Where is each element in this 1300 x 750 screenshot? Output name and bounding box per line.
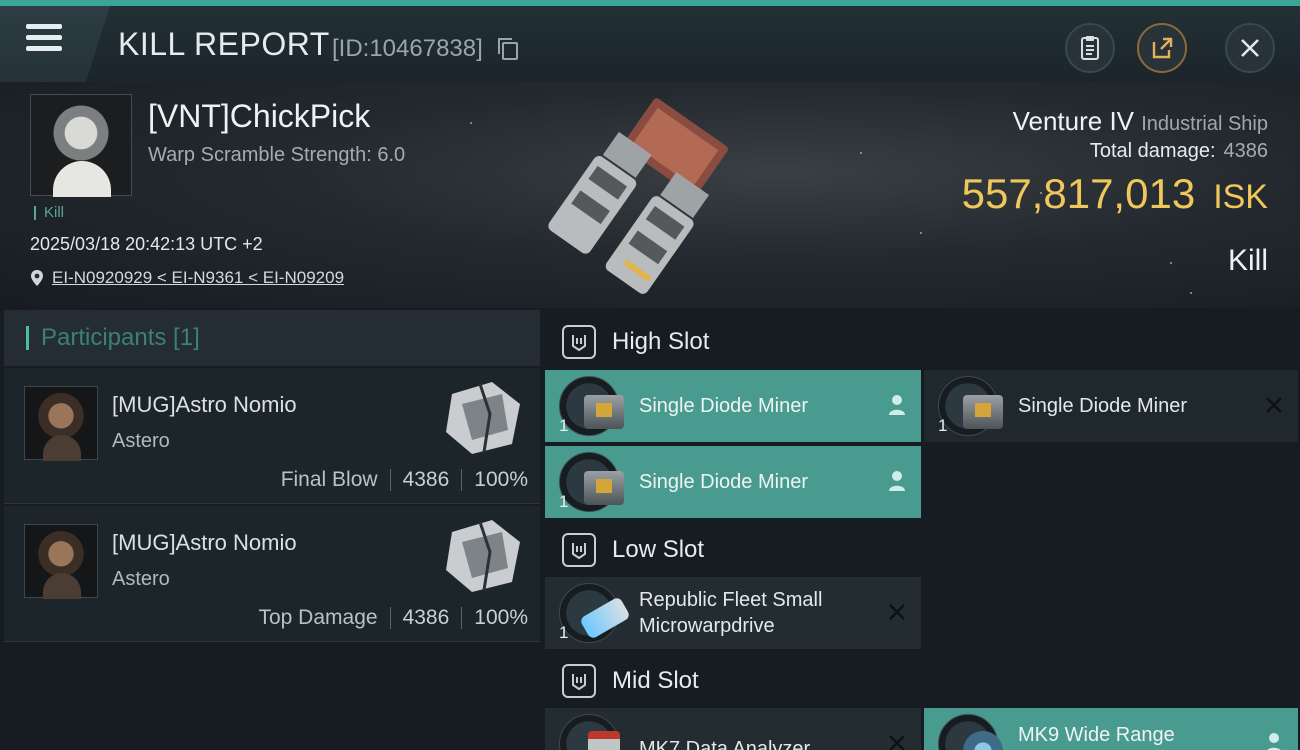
victim-pilot-name[interactable]: [VNT]ChickPick [148, 98, 370, 135]
module-item[interactable]: 1 Single Diode Miner [924, 370, 1298, 442]
participant-label: Final Blow [280, 468, 378, 491]
victim-header: [VNT]ChickPick Warp Scramble Strength: 6… [0, 82, 1300, 308]
destroyed-x-icon [1266, 397, 1282, 413]
ship-class: Industrial Ship [1141, 113, 1268, 135]
high-slot-label: High Slot [612, 328, 710, 355]
share-icon [1152, 37, 1173, 59]
location-pin-icon [31, 270, 43, 286]
module-item[interactable]: 1 Single Diode Miner [545, 370, 921, 442]
mid-slot-label: Mid Slot [612, 667, 699, 694]
location-link[interactable]: EI-N0920929 < EI-N9361 < EI-N09209 [30, 268, 344, 288]
high-slot-icon [562, 325, 596, 359]
low-slot-label: Low Slot [612, 536, 705, 563]
low-slot-icon [562, 533, 596, 567]
module-item[interactable]: MK7 Data Analyzer [545, 708, 921, 750]
module-name: Single Diode Miner [639, 471, 808, 493]
participant-percent: 100% [474, 468, 528, 491]
kill-result: Kill [1227, 244, 1268, 277]
high-slot-header: High Slot [544, 312, 1300, 372]
divider [461, 607, 463, 629]
module-quantity: 1 [559, 416, 569, 435]
share-button[interactable] [1137, 23, 1187, 73]
participant-damage: 4386 [402, 606, 450, 629]
isk-unit: ISK [1213, 178, 1268, 216]
close-icon [1241, 39, 1259, 57]
destroyed-x-icon [889, 735, 905, 750]
clipboard-button[interactable] [1065, 23, 1115, 73]
person-icon [889, 471, 905, 491]
victim-ship-name[interactable]: Venture IV Industrial Ship [1013, 106, 1268, 137]
module-quantity: 1 [559, 492, 569, 511]
page-title: KILL REPORT [118, 26, 330, 62]
destroyed-x-icon [889, 604, 905, 620]
copy-icon[interactable] [498, 38, 518, 60]
participant-ship: Astero [112, 430, 170, 452]
mid-slot-icon [562, 664, 596, 698]
participant-stats: Top Damage 4386 100% [258, 606, 528, 630]
clipboard-icon [1081, 36, 1099, 60]
module-name: MK7 Data Analyzer [639, 738, 811, 750]
low-slot-header: Low Slot [544, 520, 1300, 580]
module-item[interactable]: 1 Republic Fleet Small Microwarpdrive [545, 577, 921, 649]
isk-value: 557,817,013 ISK [962, 170, 1268, 218]
module-item[interactable]: MK9 Wide Range [924, 708, 1298, 750]
participant-stats: Final Blow 4386 100% [281, 468, 528, 492]
module-name: Republic Fleet Small Microwarpdrive [639, 589, 823, 637]
menu-icon[interactable] [26, 24, 62, 56]
participant-name: [MUG]Astro Nomio [112, 530, 297, 555]
kill-tag: Kill [34, 205, 64, 220]
participants-header: Participants [1] [4, 310, 540, 366]
report-id: [ID:10467838] [332, 35, 483, 62]
data-analyzer-icon [559, 714, 620, 750]
close-button[interactable] [1225, 23, 1275, 73]
total-damage-value: 4386 [1223, 140, 1269, 162]
warp-scramble-strength: Warp Scramble Strength: 6.0 [148, 144, 406, 166]
mid-slot-header: Mid Slot [544, 651, 1300, 711]
kill-timestamp: 2025/03/18 20:42:13 UTC +2 [30, 234, 263, 254]
module-name: Single Diode Miner [1018, 395, 1187, 417]
person-icon [1267, 733, 1281, 750]
module-quantity: 1 [559, 623, 569, 642]
participant-ship-image[interactable] [432, 512, 528, 598]
module-quantity: 1 [938, 416, 948, 435]
divider [389, 469, 391, 491]
top-bar: KILL REPORT [ID:10467838] [0, 0, 1300, 82]
person-icon [889, 395, 905, 415]
participants-title: Participants [1] [26, 326, 200, 350]
location-path[interactable]: EI-N0920929 < EI-N9361 < EI-N09209 [52, 268, 344, 288]
wide-range-icon [938, 714, 1003, 750]
participant-row[interactable]: [MUG]Astro Nomio Astero Final Blow 4386 … [4, 368, 540, 504]
avatar[interactable] [24, 524, 98, 599]
participant-damage: 4386 [402, 468, 450, 491]
ship-name-text: Venture IV [1012, 106, 1135, 136]
divider [461, 469, 463, 491]
module-item[interactable]: 1 Single Diode Miner [545, 446, 921, 518]
avatar[interactable] [24, 386, 98, 461]
module-name: MK9 Wide Range [1018, 724, 1175, 746]
module-name: Single Diode Miner [639, 395, 808, 417]
isk-amount: 557,817,013 [961, 170, 1196, 217]
victim-ship-image[interactable] [528, 90, 768, 300]
total-damage-label: Total damage: [1089, 140, 1216, 162]
participant-label: Top Damage [258, 606, 378, 629]
participant-name: [MUG]Astro Nomio [112, 392, 297, 417]
total-damage: Total damage: 4386 [1090, 140, 1268, 163]
divider [389, 607, 391, 629]
participant-row[interactable]: [MUG]Astro Nomio Astero Top Damage 4386 … [4, 506, 540, 642]
participant-ship-image[interactable] [432, 374, 528, 460]
participant-percent: 100% [474, 606, 528, 629]
participant-ship: Astero [112, 568, 170, 590]
victim-portrait[interactable] [30, 94, 132, 197]
